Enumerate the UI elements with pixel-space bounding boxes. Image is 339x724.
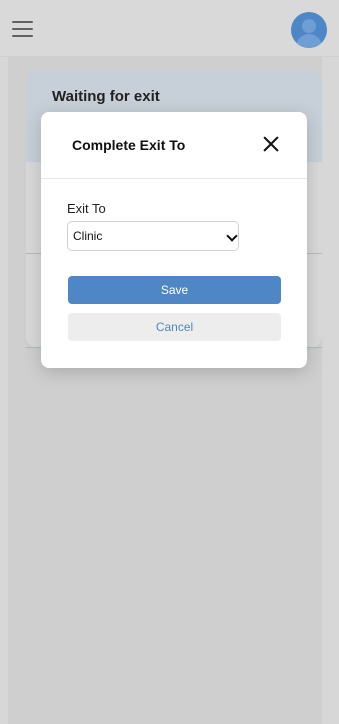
- modal-header: Complete Exit To: [41, 112, 307, 179]
- chevron-down-icon: [226, 230, 238, 242]
- avatar-head: [302, 19, 316, 33]
- complete-exit-modal: Complete Exit To Exit To Clinic Save Can…: [41, 112, 307, 368]
- exit-to-select[interactable]: Clinic: [67, 221, 239, 251]
- card-title: Waiting for exit: [52, 88, 160, 105]
- close-icon[interactable]: [262, 135, 280, 153]
- top-app-bar: [0, 0, 339, 57]
- exit-to-label: Exit To: [67, 201, 106, 216]
- avatar-body: [296, 34, 322, 48]
- selected-value: Clinic: [73, 229, 103, 243]
- user-avatar-icon[interactable]: [291, 12, 327, 48]
- cancel-button[interactable]: Cancel: [68, 313, 281, 341]
- save-button[interactable]: Save: [68, 276, 281, 304]
- hamburger-menu-icon[interactable]: [12, 20, 33, 37]
- modal-title: Complete Exit To: [72, 137, 186, 153]
